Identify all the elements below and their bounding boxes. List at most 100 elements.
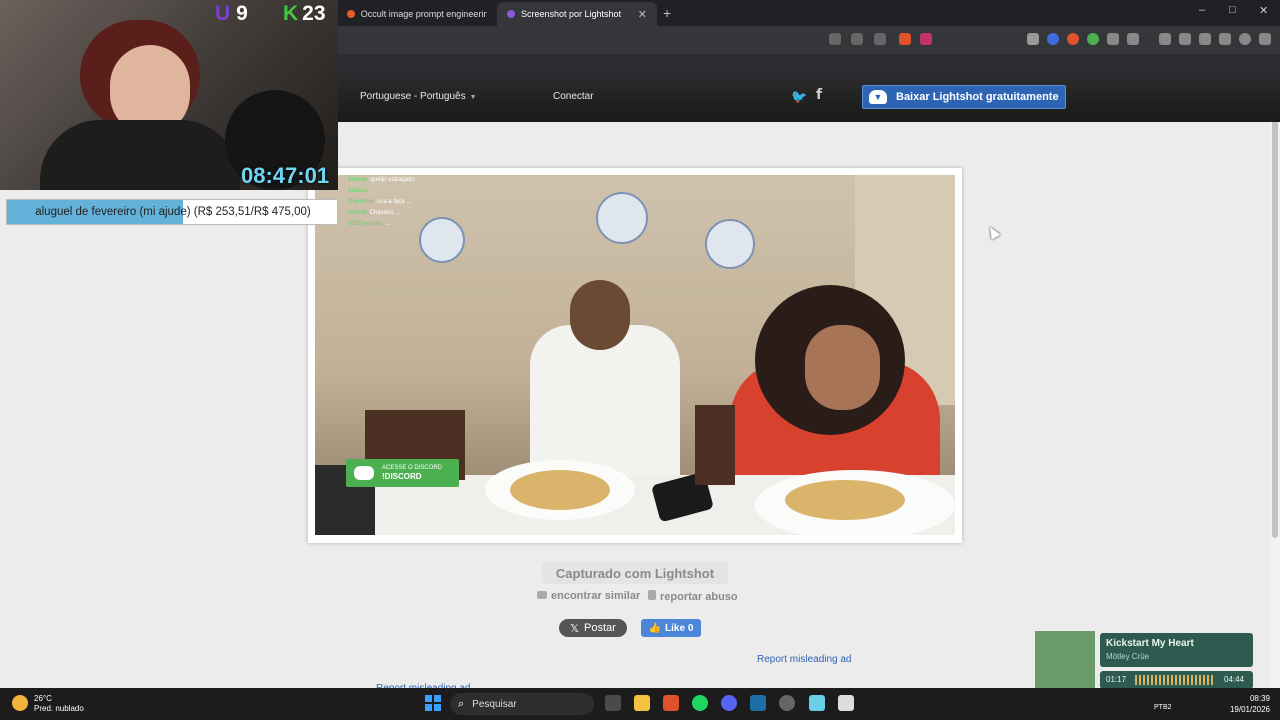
share-icon[interactable] [874,33,886,45]
close-window-button[interactable]: ✕ [1259,4,1268,17]
stream-timer: 08:47:01 [241,163,330,188]
notepad-icon[interactable] [809,695,825,711]
system-tray[interactable]: PTB2 08:39 19/01/2026 [1110,688,1280,720]
site-header [338,78,1280,122]
vpn-icon[interactable] [1239,33,1251,45]
leo-icon[interactable] [1219,33,1231,45]
windows-start-button[interactable] [425,695,441,711]
extension-icon[interactable] [1027,33,1039,45]
duration-time: 04:44 [1224,675,1245,684]
close-tab-icon[interactable]: ✕ [638,8,647,21]
download-icon[interactable] [1159,33,1171,45]
facebook-icon[interactable]: f [816,87,822,103]
obs-icon[interactable] [779,695,795,711]
zoom-icon[interactable] [829,33,841,45]
discord-badge-line2: !DISCORD [382,472,422,481]
playback-bar: 01:17 04:44 [1100,671,1253,689]
screenshot-icon[interactable] [851,33,863,45]
kick-icon: K [283,2,299,25]
extension-icon[interactable] [1067,33,1079,45]
tab-favicon-icon [347,10,355,18]
weather-temp: 26°C [34,694,52,703]
spotify-icon[interactable] [692,695,708,711]
report-misleading-ad-link[interactable]: Report misleading ad [757,654,852,665]
person-head [570,280,630,350]
connect-link[interactable]: Conectar [553,91,594,102]
language-selector[interactable]: Portuguese - Português ▼ [360,91,477,102]
elapsed-time: 01:17 [1106,675,1127,684]
webcam-overlay [0,0,338,190]
steam-icon[interactable] [750,695,766,711]
discord-badge: ACESSE O DISCORD !DISCORD [346,459,459,487]
tab-favicon-icon [507,10,515,18]
streamer-shirt [40,120,240,190]
weather-desc: Pred. nublado [34,704,84,713]
track-title: Kickstart My Heart [1106,638,1194,649]
sidebar-icon[interactable] [1179,33,1191,45]
donation-goal-bar: aluguel de fevereiro (mi ajude) (R$ 253,… [6,199,338,225]
scrollbar-thumb[interactable] [1272,88,1278,538]
search-icon: ⌕ [458,697,465,710]
report-abuse-link[interactable]: reportar abuso [648,590,738,603]
food [510,470,610,510]
chat-message: Cantinho usa a faca ... [348,199,412,205]
media-icon[interactable] [1127,33,1139,45]
twitter-icon[interactable]: 🐦 [791,89,807,105]
scrollbar[interactable] [1270,78,1280,688]
chair [695,405,735,485]
camera-icon [537,591,547,599]
thumbs-up-icon: 👍 [648,622,662,634]
tab-label: Screenshot por Lightshot [521,9,622,19]
chat-message: fubaas queijo estragado [348,177,415,183]
chat-message: fubaas [348,188,368,194]
decorative-plate [705,219,755,269]
facebook-like-button[interactable]: 👍 Like 0 [641,619,701,637]
discord-icon[interactable] [721,695,737,711]
decorative-plate [596,192,648,244]
track-artist: Mötley Crüe [1106,652,1150,661]
app-icon[interactable] [838,695,854,711]
extension-icon[interactable] [1087,33,1099,45]
chat-message: citakal Chaveiro ... [348,210,401,216]
discord-badge-line1: ACESSE O DISCORD [382,465,443,471]
tab-lightshot[interactable]: Screenshot por Lightshot ✕ [497,2,657,26]
weather-icon [12,695,28,711]
album-cover [1035,631,1095,691]
clock[interactable]: 08:39 19/01/2026 [1226,693,1270,715]
brave-icon[interactable] [663,695,679,711]
extension-icon[interactable] [1047,33,1059,45]
wallet-icon[interactable] [1199,33,1211,45]
menu-icon[interactable] [1259,33,1271,45]
cloud-download-icon: ▼ [869,90,887,104]
counter-1: U9 [215,2,248,25]
discord-icon [354,466,374,480]
file-explorer-icon[interactable] [634,695,650,711]
taskbar-search[interactable]: ⌕ Pesquisar [450,693,594,715]
download-button-label: Baixar Lightshot gratuitamente [896,91,1059,103]
chevron-down-icon: ▼ [469,94,477,101]
person-face [805,325,880,410]
tab-label: Occult image prompt engineering fo [360,9,487,19]
chat-message: a157morrao... [348,221,391,227]
search-placeholder: Pesquisar [472,698,517,710]
tab-occult-prompt[interactable]: Occult image prompt engineering fo [337,2,497,26]
new-tab-button[interactable]: + [663,5,671,21]
counter-1-icon: U [215,2,231,25]
maximize-button[interactable]: □ [1229,4,1236,16]
download-lightshot-button[interactable]: ▼ Baixar Lightshot gratuitamente [862,85,1066,109]
minimize-button[interactable]: – [1199,4,1205,16]
waveform [1135,675,1215,685]
brave-rewards-icon[interactable] [920,33,932,45]
task-view-icon[interactable] [605,695,621,711]
x-logo-icon: 𝕏 [570,622,580,635]
captured-with-lightshot: Capturado com Lightshot [542,562,728,584]
now-playing-widget: Kickstart My Heart Mötley Crüe 01:17 04:… [1035,631,1254,698]
find-similar-link[interactable]: encontrar similar [537,590,640,602]
keyboard-language[interactable]: PTB2 [1154,704,1172,711]
food [785,480,905,520]
x-post-button[interactable]: 𝕏 Postar [559,619,627,637]
goal-text: aluguel de fevereiro (mi ajude) (R$ 253,… [35,206,311,218]
puzzle-icon[interactable] [1107,33,1119,45]
brave-shield-icon[interactable] [899,33,911,45]
trash-icon [648,590,656,600]
